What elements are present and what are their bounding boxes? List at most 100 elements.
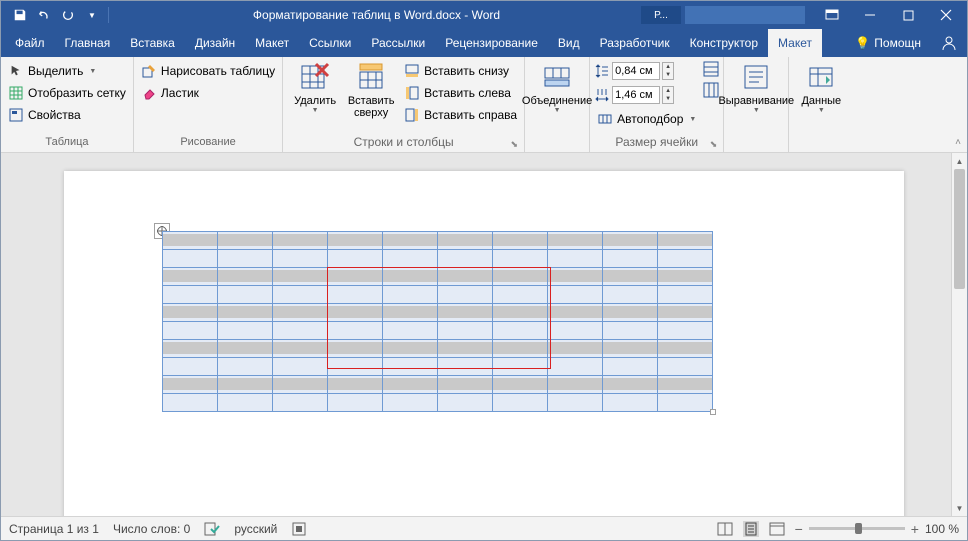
col-width-field[interactable]: ▲▼: [594, 85, 699, 105]
dialog-launcher-icon[interactable]: ⬊: [710, 136, 718, 152]
scroll-down-icon[interactable]: ▼: [952, 500, 967, 516]
zoom-track[interactable]: [809, 527, 905, 530]
ribbon: Выделить▼ Отобразить сетку Свойства Табл…: [1, 57, 967, 153]
language-indicator[interactable]: русский: [234, 522, 277, 536]
zoom-out-icon[interactable]: −: [795, 521, 803, 537]
delete-button[interactable]: Удалить ▼: [287, 59, 343, 116]
group-table: Выделить▼ Отобразить сетку Свойства Табл…: [1, 57, 134, 152]
select-button[interactable]: Выделить▼: [5, 61, 129, 81]
spellcheck-icon[interactable]: [204, 521, 220, 537]
minimize-icon[interactable]: [851, 1, 889, 29]
merge-icon: [541, 61, 573, 93]
data-label: Данные: [801, 95, 841, 107]
spin-up-icon[interactable]: ▲: [663, 87, 673, 95]
view-gridlines-button[interactable]: Отобразить сетку: [5, 83, 129, 103]
zoom-value[interactable]: 100 %: [925, 522, 959, 536]
delete-label: Удалить: [294, 95, 336, 107]
row-height-field[interactable]: ▲▼: [594, 61, 699, 81]
page[interactable]: [64, 171, 904, 516]
grid-icon: [8, 85, 24, 101]
insert-right-icon: [404, 107, 420, 123]
autofit-button[interactable]: Автоподбор▼: [594, 109, 699, 129]
resize-handle[interactable]: [710, 409, 716, 415]
account-icon[interactable]: [931, 29, 967, 57]
zoom-in-icon[interactable]: +: [911, 521, 919, 537]
undo-icon[interactable]: [33, 4, 55, 26]
row-height-input[interactable]: [612, 62, 660, 80]
scroll-up-icon[interactable]: ▲: [952, 153, 967, 169]
chevron-down-icon: ▼: [818, 107, 825, 114]
insert-left-label: Вставить слева: [424, 86, 511, 100]
spin-down-icon[interactable]: ▼: [663, 71, 673, 79]
group-table-label: Таблица: [5, 134, 129, 152]
insert-above-button[interactable]: Вставить сверху: [343, 59, 399, 121]
alignment-label: Выравнивание: [718, 95, 794, 107]
tab-mailings[interactable]: Рассылки: [361, 29, 435, 57]
alignment-icon: [740, 61, 772, 93]
eraser-label: Ластик: [161, 86, 199, 100]
macro-icon[interactable]: [291, 521, 307, 537]
cursor-icon: [8, 63, 24, 79]
draw-table-button[interactable]: Нарисовать таблицу: [138, 61, 278, 81]
close-icon[interactable]: [927, 1, 965, 29]
insert-below-button[interactable]: Вставить снизу: [401, 61, 520, 81]
data-button[interactable]: Данные ▼: [793, 59, 849, 116]
eraser-button[interactable]: Ластик: [138, 83, 278, 103]
tab-home[interactable]: Главная: [55, 29, 121, 57]
distribute-cols-icon[interactable]: [703, 82, 719, 98]
insert-right-button[interactable]: Вставить справа: [401, 105, 520, 125]
zoom-thumb[interactable]: [855, 523, 862, 534]
scroll-thumb[interactable]: [954, 169, 965, 289]
chevron-down-icon: ▼: [312, 107, 319, 114]
tab-view[interactable]: Вид: [548, 29, 590, 57]
group-merge-label: [529, 134, 585, 152]
delete-table-icon: [299, 61, 331, 93]
web-layout-icon[interactable]: [769, 521, 785, 537]
tab-insert[interactable]: Вставка: [120, 29, 185, 57]
insert-below-icon: [404, 63, 420, 79]
zoom-slider[interactable]: − + 100 %: [795, 521, 959, 537]
qat-dropdown-icon[interactable]: ▼: [81, 4, 103, 26]
draw-table-label: Нарисовать таблицу: [161, 64, 275, 78]
tab-review[interactable]: Рецензирование: [435, 29, 548, 57]
group-data: Данные ▼: [789, 57, 853, 152]
spin-up-icon[interactable]: ▲: [663, 63, 673, 71]
properties-button[interactable]: Свойства: [5, 105, 129, 125]
merge-button[interactable]: Объединение ▼: [529, 59, 585, 116]
tell-me-label: Помощн: [874, 36, 921, 50]
group-data-label: [793, 134, 849, 152]
print-layout-icon[interactable]: [743, 521, 759, 537]
tab-references[interactable]: Ссылки: [299, 29, 361, 57]
col-width-input[interactable]: [612, 86, 660, 104]
tab-layout[interactable]: Макет: [245, 29, 299, 57]
view-gridlines-label: Отобразить сетку: [28, 86, 126, 100]
maximize-icon[interactable]: [889, 1, 927, 29]
tab-table-design[interactable]: Конструктор: [680, 29, 768, 57]
alignment-button[interactable]: Выравнивание ▼: [728, 59, 784, 116]
save-icon[interactable]: [9, 4, 31, 26]
word-count[interactable]: Число слов: 0: [113, 522, 190, 536]
group-merge: Объединение ▼: [525, 57, 590, 152]
spin-down-icon[interactable]: ▼: [663, 95, 673, 103]
pencil-table-icon: [141, 63, 157, 79]
insert-left-button[interactable]: Вставить слева: [401, 83, 520, 103]
tab-developer[interactable]: Разработчик: [590, 29, 680, 57]
tab-file[interactable]: Файл: [5, 29, 55, 57]
tab-design[interactable]: Дизайн: [185, 29, 245, 57]
insert-above-label: Вставить сверху: [348, 95, 395, 119]
group-cell-size: ▲▼ ▲▼ Автоподбор▼ Размер ячейки⬊: [590, 57, 724, 152]
ribbon-options-icon[interactable]: [813, 1, 851, 29]
page-indicator[interactable]: Страница 1 из 1: [9, 522, 99, 536]
read-mode-icon[interactable]: [717, 521, 733, 537]
group-rows-cols-label: Строки и столбцы⬊: [287, 134, 520, 152]
width-icon: [594, 87, 610, 103]
distribute-rows-icon[interactable]: [703, 61, 719, 77]
redo-icon[interactable]: [57, 4, 79, 26]
vertical-scrollbar[interactable]: ▲ ▼: [951, 153, 967, 516]
collapse-ribbon-icon[interactable]: ˄: [955, 137, 961, 148]
tab-table-layout[interactable]: Макет: [768, 29, 822, 57]
tell-me[interactable]: 💡Помощн: [845, 29, 931, 57]
table[interactable]: [162, 231, 713, 412]
insert-below-label: Вставить снизу: [424, 64, 509, 78]
dialog-launcher-icon[interactable]: ⬊: [511, 136, 519, 152]
